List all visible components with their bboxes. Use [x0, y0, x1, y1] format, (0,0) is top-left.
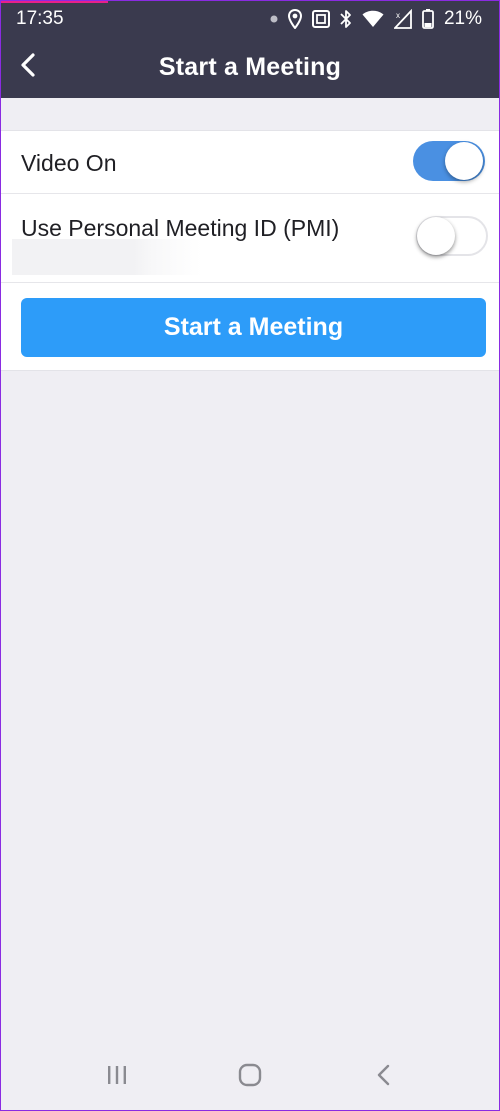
- status-bar: 17:35 x 21%: [0, 0, 500, 37]
- use-pmi-row: Use Personal Meeting ID (PMI): [0, 194, 500, 283]
- location-icon: [287, 8, 302, 29]
- bluetooth-icon: [340, 9, 352, 29]
- back-icon: [376, 1064, 390, 1091]
- recent-apps-button[interactable]: [97, 1057, 137, 1097]
- wifi-icon: [362, 10, 384, 28]
- video-on-label: Video On: [21, 150, 117, 176]
- status-icons: x 21%: [270, 8, 482, 30]
- home-button[interactable]: [230, 1057, 270, 1097]
- video-on-toggle[interactable]: [413, 141, 485, 181]
- signal-icon: x: [393, 8, 412, 29]
- status-accent-line: [0, 0, 108, 3]
- svg-text:x: x: [396, 11, 400, 20]
- back-button[interactable]: [8, 47, 48, 87]
- video-on-row: Video On: [0, 131, 500, 194]
- recent-apps-icon: [106, 1065, 128, 1090]
- toggle-knob: [445, 142, 483, 180]
- nfc-icon: [311, 9, 330, 28]
- home-icon: [238, 1063, 262, 1092]
- meeting-settings-card: Video On Use Personal Meeting ID (PMI) S…: [0, 130, 500, 371]
- toggle-knob: [417, 217, 455, 255]
- chevron-left-icon: [20, 52, 36, 82]
- android-nav-bar: [0, 1043, 500, 1111]
- status-time: 17:35: [16, 7, 64, 29]
- pmi-redacted-value: [12, 239, 202, 275]
- use-pmi-label: Use Personal Meeting ID (PMI): [21, 215, 340, 241]
- app-header: Start a Meeting: [0, 37, 500, 98]
- nav-back-button[interactable]: [363, 1057, 403, 1097]
- dot-icon: [270, 15, 278, 23]
- start-meeting-button[interactable]: Start a Meeting: [21, 298, 486, 357]
- page-title: Start a Meeting: [158, 53, 342, 81]
- use-pmi-toggle[interactable]: [416, 216, 488, 256]
- battery-icon: [422, 8, 434, 29]
- battery-percent: 21%: [443, 7, 482, 29]
